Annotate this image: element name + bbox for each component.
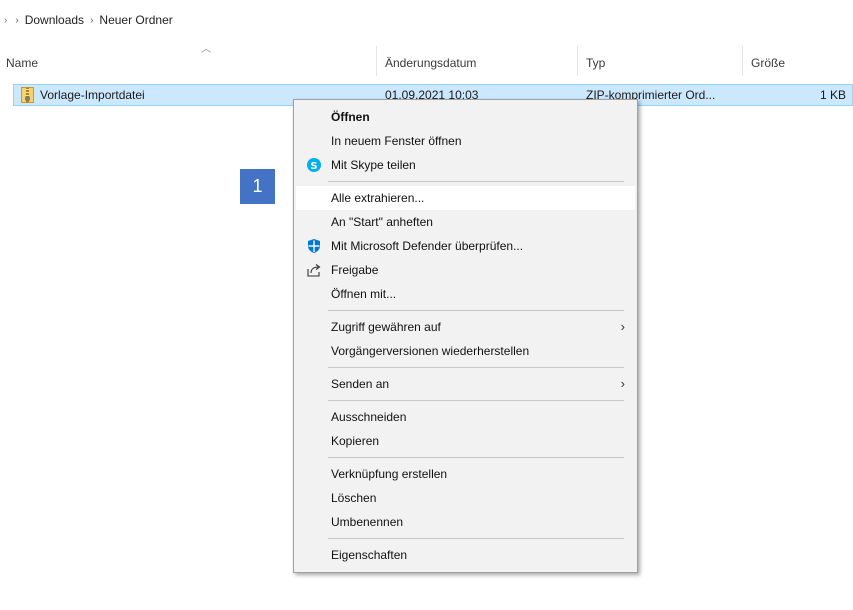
menu-item-copy[interactable]: Kopieren (296, 429, 635, 453)
menu-item-open[interactable]: Öffnen (296, 105, 635, 129)
menu-item-label: In neuem Fenster öffnen (331, 134, 462, 148)
zip-folder-icon (21, 87, 34, 103)
menu-separator (328, 310, 624, 311)
menu-item-label: Kopieren (331, 434, 380, 448)
menu-item-open-with[interactable]: Öffnen mit... (296, 282, 635, 306)
menu-separator (328, 400, 624, 401)
column-divider[interactable] (742, 46, 743, 76)
menu-item-open-new-window[interactable]: In neuem Fenster öffnen (296, 129, 635, 153)
breadcrumb-chevron-icon[interactable]: › (4, 15, 7, 26)
share-icon (307, 264, 321, 277)
menu-separator (328, 538, 624, 539)
chevron-right-icon: › (620, 319, 625, 334)
column-header-name[interactable]: Name (6, 52, 38, 74)
column-header-date[interactable]: Änderungsdatum (385, 52, 476, 74)
step-callout-badge: 1 (240, 169, 275, 204)
menu-item-label: Vorgängerversionen wiederherstellen (331, 344, 530, 358)
menu-item-label: Freigabe (331, 263, 379, 277)
menu-item-restore-versions[interactable]: Vorgängerversionen wiederherstellen (296, 339, 635, 363)
menu-item-label: Senden an (331, 377, 390, 391)
skype-icon: S (307, 158, 321, 172)
menu-item-label: Eigenschaften (331, 548, 408, 562)
breadcrumb: › › Downloads › Neuer Ordner (0, 10, 173, 30)
context-menu: Öffnen In neuem Fenster öffnen S Mit Sky… (293, 99, 638, 573)
menu-item-label: Umbenennen (331, 515, 404, 529)
menu-item-defender-scan[interactable]: Mit Microsoft Defender überprüfen... (296, 234, 635, 258)
menu-item-pin-start[interactable]: An "Start" anheften (296, 210, 635, 234)
menu-item-delete[interactable]: Löschen (296, 486, 635, 510)
menu-item-label: Verknüpfung erstellen (331, 467, 448, 481)
menu-item-cut[interactable]: Ausschneiden (296, 405, 635, 429)
menu-item-send-to[interactable]: Senden an › (296, 372, 635, 396)
column-divider[interactable] (376, 46, 377, 76)
file-size: 1 KB (819, 88, 846, 102)
breadcrumb-separator-icon[interactable]: › (15, 15, 18, 26)
menu-item-properties[interactable]: Eigenschaften (296, 543, 635, 567)
column-divider[interactable] (577, 46, 578, 76)
menu-item-label: Mit Skype teilen (331, 158, 416, 172)
menu-item-share[interactable]: Freigabe (296, 258, 635, 282)
menu-item-label: Öffnen (331, 110, 370, 124)
menu-item-label: Alle extrahieren... (331, 191, 425, 205)
menu-item-give-access[interactable]: Zugriff gewähren auf › (296, 315, 635, 339)
menu-item-rename[interactable]: Umbenennen (296, 510, 635, 534)
menu-item-label: Öffnen mit... (331, 287, 397, 301)
file-name: Vorlage-Importdatei (40, 88, 145, 102)
menu-item-label: An "Start" anheften (331, 215, 433, 229)
column-header-type[interactable]: Typ (586, 52, 605, 74)
menu-separator (328, 181, 624, 182)
breadcrumb-item-downloads[interactable]: Downloads (25, 13, 84, 27)
chevron-right-icon: › (620, 376, 625, 391)
svg-text:S: S (310, 161, 317, 172)
menu-item-create-shortcut[interactable]: Verknüpfung erstellen (296, 462, 635, 486)
breadcrumb-item-neuer-ordner[interactable]: Neuer Ordner (99, 13, 172, 27)
menu-item-extract-all[interactable]: Alle extrahieren... (296, 186, 635, 210)
column-header-size[interactable]: Größe (751, 52, 785, 74)
sort-ascending-icon: ︿ (201, 44, 211, 55)
menu-item-label: Ausschneiden (331, 410, 407, 424)
breadcrumb-separator-icon[interactable]: › (90, 15, 93, 26)
defender-shield-icon (308, 239, 320, 253)
menu-item-label: Zugriff gewähren auf (331, 320, 441, 334)
menu-separator (328, 457, 624, 458)
menu-separator (328, 367, 624, 368)
menu-item-label: Löschen (331, 491, 377, 505)
menu-item-label: Mit Microsoft Defender überprüfen... (331, 239, 524, 253)
menu-item-share-skype[interactable]: S Mit Skype teilen (296, 153, 635, 177)
